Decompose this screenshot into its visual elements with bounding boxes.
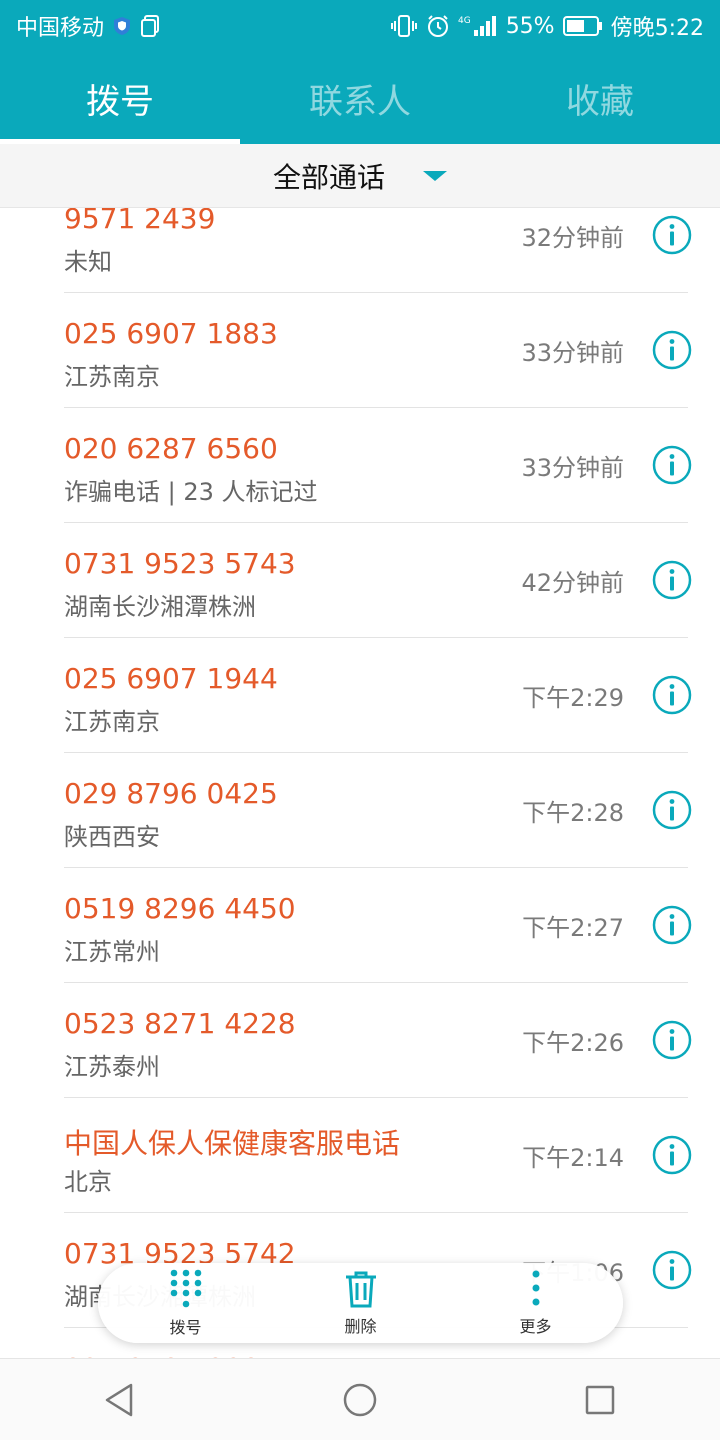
info-icon[interactable] bbox=[652, 1135, 692, 1175]
info-icon[interactable] bbox=[652, 905, 692, 945]
call-time: 33分钟前 bbox=[521, 454, 624, 482]
tab-bar: 拨号 联系人 收藏 bbox=[0, 52, 720, 144]
delete-button[interactable]: 删除 bbox=[273, 1269, 448, 1337]
alarm-icon bbox=[426, 14, 450, 38]
call-log-list[interactable]: 9571 2439 未知 32分钟前 025 6907 1883 江苏南京 33分钟前 02… bbox=[0, 208, 720, 1358]
tab-favorites[interactable]: 收藏 bbox=[480, 52, 720, 144]
shield-icon bbox=[112, 16, 132, 36]
call-number: 029 8796 0425 bbox=[64, 777, 278, 810]
more-vertical-icon bbox=[532, 1270, 539, 1306]
call-time: 下午2:29 bbox=[522, 684, 624, 712]
call-number: 9571 2439 bbox=[64, 208, 216, 235]
call-log-item[interactable]: 029 8796 0425 陕西西安 下午2:28 bbox=[64, 753, 692, 868]
call-log-item[interactable]: 025 6907 1944 江苏南京 下午2:29 bbox=[64, 638, 692, 753]
call-location: 未知 bbox=[64, 248, 112, 276]
call-number: 025 6907 1944 bbox=[64, 662, 278, 695]
recents-square-icon bbox=[585, 1385, 615, 1414]
system-nav-bar bbox=[0, 1358, 720, 1440]
trash-icon bbox=[345, 1271, 376, 1308]
info-icon[interactable] bbox=[652, 330, 692, 370]
status-bar: 中国移动 4G 55% 傍晚5:22 bbox=[0, 0, 720, 52]
back-button[interactable] bbox=[80, 1370, 160, 1430]
call-log-item[interactable]: 0523 8271 4228 江苏泰州 下午2:26 bbox=[64, 983, 692, 1098]
call-time: 33分钟前 bbox=[521, 339, 624, 367]
call-location: 江苏泰州 bbox=[64, 1053, 160, 1081]
call-filter-dropdown[interactable]: 全部通话 bbox=[0, 144, 720, 208]
home-circle-icon bbox=[343, 1383, 377, 1416]
info-icon[interactable] bbox=[652, 1250, 692, 1290]
call-log-item[interactable]: 中国人保人保健康客服电话北京 下午2:14 bbox=[64, 1098, 692, 1213]
home-button[interactable] bbox=[320, 1370, 400, 1430]
info-icon[interactable] bbox=[652, 675, 692, 715]
call-location: 江苏南京 bbox=[64, 363, 160, 391]
recents-button[interactable] bbox=[560, 1370, 640, 1430]
call-number: 0523 8271 4228 bbox=[64, 1007, 296, 1040]
call-filter-label: 全部通话 bbox=[272, 160, 385, 194]
call-log-item[interactable]: 0731 9523 5743 湖南长沙湘潭株洲 42分钟前 bbox=[64, 523, 692, 638]
bottom-toolbar: 拨号 删除 更多 bbox=[98, 1263, 623, 1343]
call-number: 020 6287 6560 bbox=[64, 432, 278, 465]
battery-icon bbox=[562, 15, 603, 37]
back-triangle-icon bbox=[105, 1383, 133, 1416]
call-time: 下午2:28 bbox=[522, 799, 624, 827]
dialpad-label: 拨号 bbox=[169, 1318, 202, 1337]
battery-percent: 55% bbox=[505, 13, 555, 39]
call-location: 诈骗电话 | 23 人标记过 bbox=[64, 478, 318, 506]
copy-notification-icon bbox=[140, 15, 160, 37]
carrier-name: 中国移动 bbox=[16, 16, 105, 41]
call-time: 32分钟前 bbox=[521, 224, 624, 252]
call-location: 江苏常州 bbox=[64, 938, 160, 966]
call-time: 下午2:27 bbox=[522, 914, 624, 942]
call-log-item[interactable]: 025 6907 1883 江苏南京 33分钟前 bbox=[64, 293, 692, 408]
info-icon[interactable] bbox=[652, 215, 692, 255]
tab-dialer[interactable]: 拨号 bbox=[0, 52, 240, 144]
dialpad-button[interactable]: 拨号 bbox=[98, 1268, 273, 1338]
call-location: 北京 bbox=[64, 1168, 112, 1196]
call-time: 下午2:26 bbox=[522, 1029, 624, 1057]
call-log-item[interactable]: 020 6287 6560 诈骗电话 | 23 人标记过 33分钟前 bbox=[64, 408, 692, 523]
call-log-item[interactable]: 9571 2439 未知 32分钟前 bbox=[64, 208, 692, 293]
call-log-item[interactable]: 0519 8296 4450 江苏常州 下午2:27 bbox=[64, 868, 692, 983]
vibrate-icon bbox=[390, 14, 418, 38]
call-time: 下午2:14 bbox=[522, 1144, 624, 1172]
call-location: 陕西西安 bbox=[64, 823, 160, 851]
call-number: 0731 9523 5743 bbox=[64, 547, 296, 580]
info-icon[interactable] bbox=[652, 560, 692, 600]
info-icon[interactable] bbox=[652, 790, 692, 830]
call-location: 江苏南京 bbox=[64, 708, 160, 736]
dialpad-icon bbox=[170, 1269, 201, 1308]
call-time: 42分钟前 bbox=[521, 569, 624, 597]
more-label: 更多 bbox=[519, 1317, 552, 1336]
info-icon[interactable] bbox=[652, 445, 692, 485]
clock: 傍晚5:22 bbox=[610, 16, 704, 41]
info-icon[interactable] bbox=[652, 1020, 692, 1060]
caret-down-icon bbox=[423, 170, 447, 181]
network-type: 4G bbox=[458, 16, 471, 26]
call-number: 025 6907 1883 bbox=[64, 317, 278, 350]
call-number: 中国人保人保健康客服电话 bbox=[64, 1127, 401, 1160]
call-number: 0519 8296 4450 bbox=[64, 892, 296, 925]
signal-icon: 4G bbox=[458, 14, 498, 38]
tab-contacts[interactable]: 联系人 bbox=[240, 52, 480, 144]
call-location: 湖南长沙湘潭株洲 bbox=[64, 593, 256, 621]
more-button[interactable]: 更多 bbox=[448, 1269, 623, 1337]
delete-label: 删除 bbox=[344, 1317, 377, 1336]
